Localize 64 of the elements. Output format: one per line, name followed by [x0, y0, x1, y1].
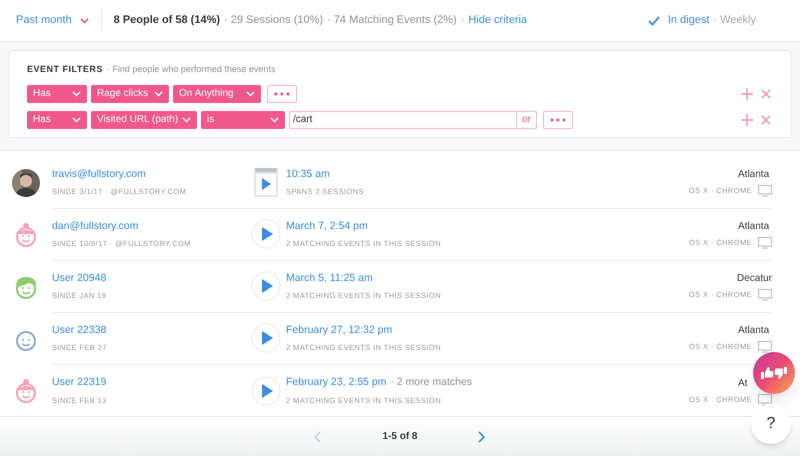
city-text: Atlanta [738, 324, 770, 338]
page-indicator: 1-5 of 8 [382, 430, 418, 444]
more-matches-text: · 2 more matches [390, 375, 472, 390]
close-icon[interactable] [761, 114, 771, 124]
next-page-button[interactable] [478, 430, 486, 442]
person-link[interactable]: User 20948 [52, 270, 248, 286]
add-icon[interactable] [741, 88, 753, 100]
hide-criteria-link[interactable]: Hide criteria [468, 12, 528, 29]
monitor-icon [758, 394, 772, 406]
play-button[interactable] [251, 323, 281, 353]
person-link[interactable]: User 22319 [52, 375, 248, 391]
monitor-icon [758, 289, 772, 301]
chevron-icon [72, 116, 81, 122]
person-link[interactable]: dan@fullstory.com [52, 218, 248, 234]
monitor-icon [758, 185, 772, 197]
chevron-icon [72, 90, 81, 96]
feedback-button[interactable] [753, 352, 795, 394]
url-field[interactable]: /cart or [289, 110, 537, 128]
summary-text: · 29 Sessions (10%) [224, 13, 324, 28]
session-time-link[interactable]: February 27, 12:32 pm [286, 322, 392, 338]
digest-frequency: · Weekly [713, 13, 756, 28]
play-button[interactable] [254, 167, 278, 197]
digest-check[interactable] [648, 16, 660, 26]
chevron-icon [182, 116, 191, 122]
session-time-link[interactable]: 10:35 am [286, 166, 330, 182]
city-text: Decatur [736, 272, 772, 286]
person-link[interactable]: travis@fullstory.com [52, 166, 248, 182]
person-link[interactable]: User 22338 [52, 322, 248, 338]
more-options-button[interactable] [267, 84, 297, 102]
monitor-icon [758, 237, 772, 249]
chevron-icon [80, 18, 89, 24]
help-button[interactable]: ? [751, 404, 791, 444]
digest-label[interactable]: In digest [668, 12, 710, 29]
summary-text: · [460, 13, 464, 28]
more-options-button[interactable] [543, 110, 573, 128]
filter-dropdown[interactable]: is [201, 110, 285, 128]
dots-icon [274, 92, 290, 96]
filters-hint: · Find people who performed these events [106, 63, 276, 76]
summary-text: 8 People of 58 (14%) [114, 13, 220, 28]
filter-dropdown[interactable]: Has [27, 110, 87, 128]
filter-dropdown[interactable]: Has [27, 84, 87, 102]
session-time-link[interactable]: March 7, 2:54 pm [286, 218, 368, 234]
chevron-icon [154, 90, 163, 96]
city-text: Atlanta [738, 220, 770, 234]
session-time-link[interactable]: February 23, 2:55 pm [286, 375, 386, 391]
filters-title: EVENT FILTERS [27, 63, 103, 76]
play-button[interactable] [251, 219, 281, 249]
dots-icon [550, 118, 566, 122]
filter-dropdown[interactable]: Rage clicks [91, 84, 169, 102]
add-icon[interactable] [741, 114, 753, 126]
play-button[interactable] [251, 271, 281, 301]
city-text: Atlanta [738, 168, 770, 182]
chevron-icon [270, 116, 279, 122]
summary-text: · 74 Matching Events (2%) [327, 13, 457, 28]
chevron-icon [246, 90, 255, 96]
monitor-icon [758, 341, 772, 353]
range-dropdown[interactable]: Past month [16, 8, 102, 32]
session-time-link[interactable]: March 5, 11:25 am [286, 270, 373, 286]
filter-dropdown[interactable]: Visited URL (path) [91, 110, 197, 128]
city-text: At [738, 376, 748, 390]
thumbs-icon [760, 365, 788, 381]
filter-dropdown[interactable]: On Anything [173, 84, 261, 102]
close-icon[interactable] [761, 88, 771, 98]
play-button[interactable] [251, 376, 281, 406]
